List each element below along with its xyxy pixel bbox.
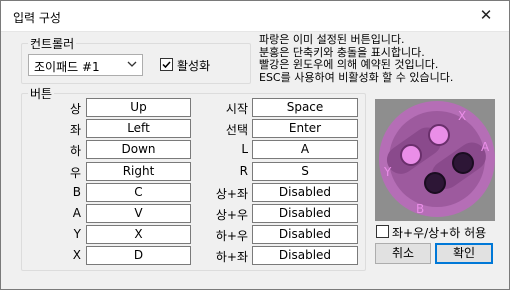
- key-label: 선택: [225, 123, 248, 138]
- key-binding-field[interactable]: Space: [252, 98, 358, 117]
- key-label: A: [72, 206, 81, 220]
- cancel-button[interactable]: 취소: [375, 243, 431, 264]
- key-binding-field[interactable]: Disabled: [252, 182, 358, 202]
- b-button-icon: [424, 172, 446, 194]
- key-binding-field[interactable]: Right: [86, 161, 191, 181]
- key-binding-field[interactable]: Disabled: [252, 246, 358, 266]
- key-label: X: [72, 248, 81, 263]
- key-binding-field[interactable]: X: [86, 225, 191, 245]
- pad-letter-a: A: [481, 140, 490, 154]
- key-label: 하: [69, 144, 81, 159]
- x-button-icon: [428, 124, 450, 146]
- info-line: 파랑은 이미 설정된 버튼입니다.: [259, 33, 405, 46]
- key-label: 우: [69, 165, 81, 180]
- info-line: 빨강은 윈도우에 의해 예약된 것입니다.: [259, 58, 439, 71]
- key-label: L: [241, 142, 248, 157]
- controller-select[interactable]: 조이패드 #1: [28, 54, 143, 76]
- controller-select-value: 조이패드 #1: [34, 60, 100, 74]
- checkmark-icon: [162, 61, 171, 69]
- info-text: 파랑은 이미 설정된 버튼입니다. 분홍은 단축키와 충돌을 표시합니다. 빨강…: [259, 33, 454, 84]
- key-label: R: [239, 163, 248, 178]
- a-button-icon: [452, 152, 474, 174]
- gamepad-buttons-image: X A Y B: [375, 99, 495, 221]
- key-label: 상+우: [215, 208, 248, 222]
- key-label: 시작: [225, 102, 248, 116]
- enable-checkbox[interactable]: [160, 58, 173, 71]
- key-binding-field[interactable]: Left: [86, 119, 191, 139]
- chevron-down-icon: [127, 61, 137, 67]
- key-binding-field[interactable]: S: [252, 161, 358, 181]
- key-binding-field[interactable]: D: [86, 246, 191, 266]
- key-binding-field[interactable]: Enter: [252, 119, 358, 139]
- pad-letter-b: B: [416, 202, 424, 216]
- title-bar: 입력 구성 ✕: [1, 1, 509, 32]
- key-binding-field[interactable]: Disabled: [252, 225, 358, 245]
- key-label: 하+우: [215, 229, 248, 244]
- allow-diagonal-label: 좌+우/상+하 허용: [392, 226, 487, 240]
- key-label: 상+좌: [215, 186, 248, 201]
- input-config-window: 입력 구성 ✕ 컨트롤러 조이패드 #1 활성화 파랑은 이미 설정된 버튼입니…: [0, 0, 510, 290]
- key-binding-field[interactable]: Up: [86, 98, 191, 117]
- key-label: B: [72, 184, 81, 199]
- key-binding-field[interactable]: Down: [86, 140, 191, 160]
- key-binding-field[interactable]: V: [86, 204, 191, 223]
- info-line: ESC를 사용하여 비활성화 할 수 있습니다.: [259, 70, 454, 84]
- key-label: 하+좌: [215, 250, 248, 265]
- key-label: 상: [69, 102, 81, 116]
- pad-letter-y: Y: [383, 165, 392, 179]
- key-label: Y: [73, 227, 81, 242]
- allow-diagonal-checkbox[interactable]: [376, 225, 389, 238]
- pad-letter-x: X: [458, 109, 466, 123]
- key-label: 좌: [69, 123, 81, 138]
- window-title: 입력 구성: [13, 11, 61, 25]
- y-button-icon: [400, 144, 422, 166]
- ok-button[interactable]: 확인: [435, 243, 493, 264]
- close-button[interactable]: ✕: [469, 3, 503, 27]
- enable-label: 활성화: [177, 59, 211, 73]
- key-binding-field[interactable]: Disabled: [252, 204, 358, 223]
- controller-legend: 컨트롤러: [30, 37, 75, 51]
- key-binding-field[interactable]: C: [86, 182, 191, 202]
- key-binding-field[interactable]: A: [252, 140, 358, 160]
